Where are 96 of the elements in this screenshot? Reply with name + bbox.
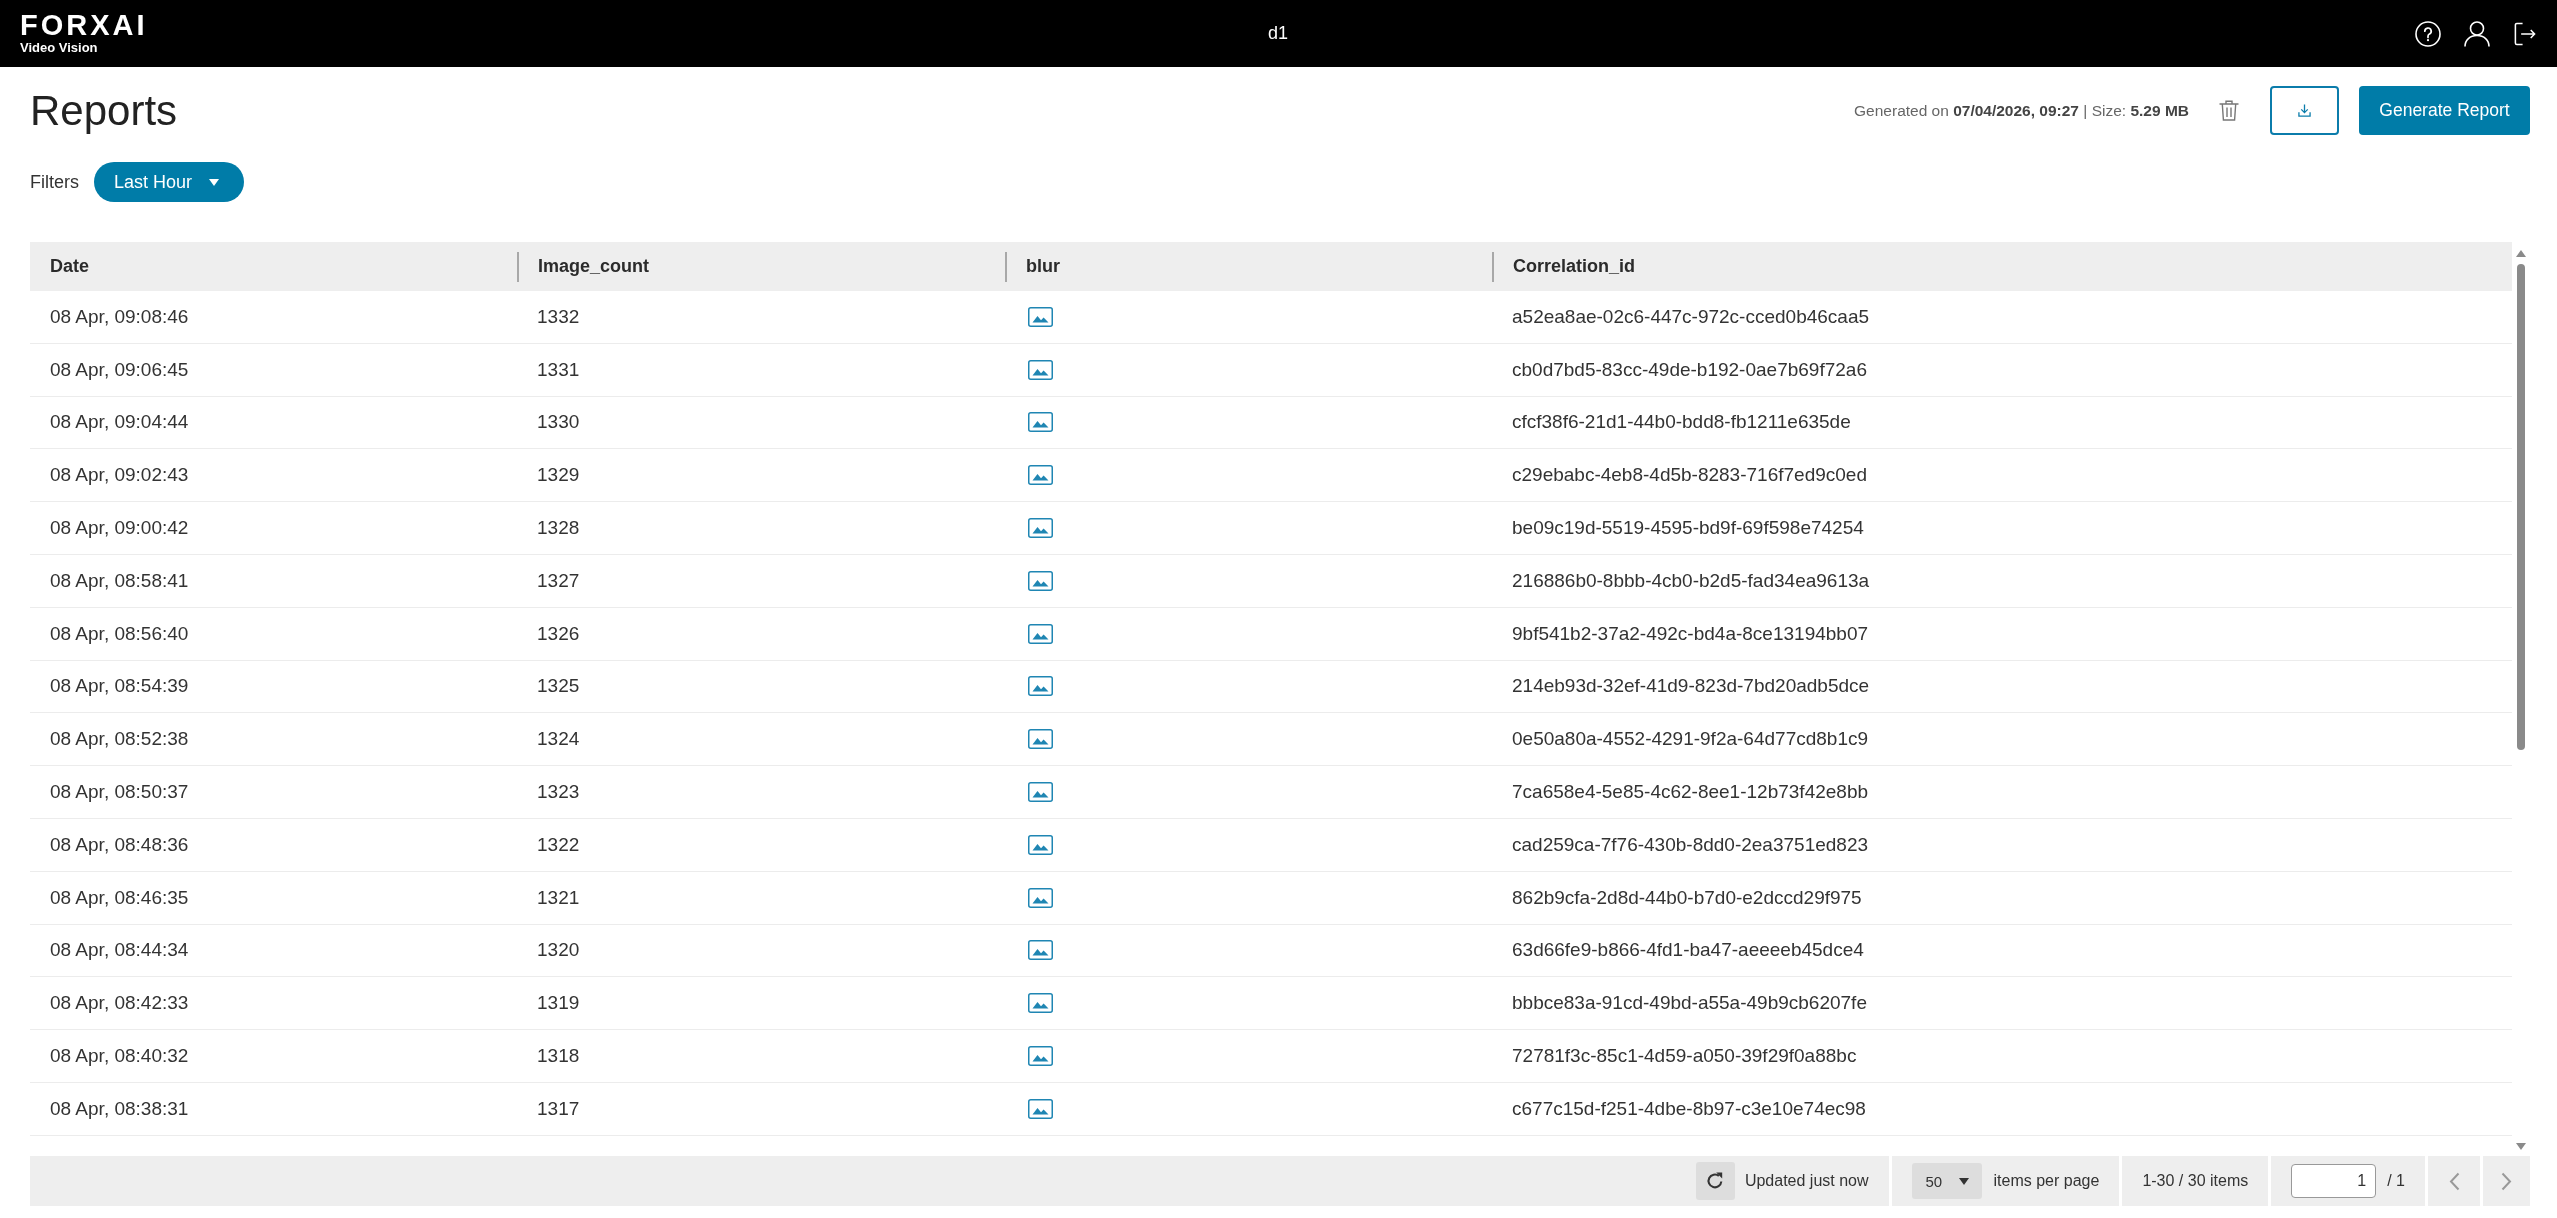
table-cell-text: 08 Apr, 08:42:33 xyxy=(49,991,190,1016)
logout-icon[interactable] xyxy=(2513,21,2536,46)
refresh-button[interactable] xyxy=(1695,1162,1735,1200)
download-button[interactable] xyxy=(2270,86,2339,135)
filters-label: Filters xyxy=(30,171,79,193)
table-cell-text: 862b9cfa-2d8d-44b0-b7d0-e2dccd29f975 xyxy=(1511,885,1863,910)
table-cell-text: 08 Apr, 09:00:42 xyxy=(49,516,190,541)
image-icon[interactable] xyxy=(1028,359,1053,380)
table-cell-text: 1330 xyxy=(536,410,581,435)
table-cell-text: cb0d7bd5-83cc-49de-b192-0ae7b69f72a6 xyxy=(1511,357,1868,382)
table-cell-text: cfcf38f6-21d1-44b0-bdd8-fb1211e635de xyxy=(1511,410,1852,435)
page-total: / 1 xyxy=(2387,1172,2405,1190)
user-icon[interactable] xyxy=(2464,20,2490,47)
image-icon[interactable] xyxy=(1028,412,1053,433)
image-icon[interactable] xyxy=(1028,465,1053,486)
logo-wordmark: FORXAI xyxy=(20,12,148,37)
table-cell-text: be09c19d-5519-4595-bd9f-69f598e74254 xyxy=(1511,516,1865,541)
table-cell-text: 7ca658e4-5e85-4c62-8ee1-12b73f42e8bb xyxy=(1511,780,1870,805)
table-cell-text: 72781f3c-85c1-4d59-a050-39f29f0a88bc xyxy=(1511,1044,1858,1069)
help-icon[interactable] xyxy=(2415,20,2441,47)
image-icon[interactable] xyxy=(1028,1046,1053,1067)
table-cell-text: 1326 xyxy=(536,621,581,646)
table-cell-text: 08 Apr, 08:48:36 xyxy=(49,832,190,857)
table-cell-text: 1322 xyxy=(536,832,581,857)
table-cell-text: bbbce83a-91cd-49bd-a55a-49b9cb6207fe xyxy=(1511,991,1868,1016)
table-cell-text: c677c15d-f251-4dbe-8b97-c3e10e74ec98 xyxy=(1511,1096,1867,1121)
caret-icon xyxy=(1958,1177,1969,1185)
table-cell-text: 08 Apr, 08:54:39 xyxy=(49,674,190,699)
caret-icon xyxy=(209,178,220,186)
table-cell-text: 9bf541b2-37a2-492c-bd4a-8ce13194bb07 xyxy=(1511,621,1870,646)
image-icon[interactable] xyxy=(1028,993,1053,1014)
download-icon xyxy=(2298,104,2311,117)
image-icon[interactable] xyxy=(1028,676,1053,697)
table-cell-text: 216886b0-8bbb-4cb0-b2d5-fad34ea9613a xyxy=(1511,568,1871,593)
column-header: Date xyxy=(50,256,89,277)
table-cell-text: 63d66fe9-b866-4fd1-ba47-aeeeeb45dce4 xyxy=(1511,938,1865,963)
table-cell-text: 08 Apr, 08:50:37 xyxy=(49,780,190,805)
page-number-field[interactable]: 1 xyxy=(2291,1164,2377,1198)
column-header: Image_count xyxy=(538,256,650,277)
table-cell-text: 08 Apr, 09:02:43 xyxy=(49,463,190,488)
table-cell-text: 08 Apr, 08:44:34 xyxy=(49,938,190,963)
page-title: Reports xyxy=(30,86,178,135)
image-icon[interactable] xyxy=(1028,729,1053,750)
table-cell-text: 1318 xyxy=(536,1044,581,1069)
image-icon[interactable] xyxy=(1028,940,1053,961)
image-icon[interactable] xyxy=(1028,887,1053,908)
page-size-select[interactable]: 50 xyxy=(1911,1163,1982,1199)
image-icon[interactable] xyxy=(1028,623,1053,644)
table-cell-text: 08 Apr, 09:08:46 xyxy=(49,304,190,329)
image-icon[interactable] xyxy=(1028,518,1053,539)
report-info: Generated on 07/04/2026, 09:27 | Size: 5.29 MB xyxy=(1854,101,2189,120)
scroll-up-icon[interactable] xyxy=(2516,250,2526,257)
generate-report-button[interactable]: Generate Report xyxy=(2359,86,2530,135)
image-icon[interactable] xyxy=(1028,570,1053,591)
table-cell-text: 1329 xyxy=(536,463,581,488)
table-cell-text: 08 Apr, 08:46:35 xyxy=(49,885,190,910)
table-cell-text: 1324 xyxy=(536,727,581,752)
table-cell-text: 1332 xyxy=(536,304,581,329)
column-header: blur xyxy=(1026,256,1060,277)
item-range: 1-30 / 30 items xyxy=(2142,1172,2249,1190)
table-cell-text: 214eb93d-32ef-41d9-823d-7bd20adb5dce xyxy=(1511,674,1871,699)
table-cell-text: 08 Apr, 08:58:41 xyxy=(49,568,190,593)
table-cell-text: 1328 xyxy=(536,516,581,541)
table-cell-text: 1327 xyxy=(536,568,581,593)
image-icon[interactable] xyxy=(1028,1098,1053,1119)
device-title: d1 xyxy=(1268,23,1288,44)
table-cell-text: 08 Apr, 09:06:45 xyxy=(49,357,190,382)
logo-subtitle: Video Vision xyxy=(20,40,98,55)
filter-dropdown[interactable]: Last Hour xyxy=(94,162,245,202)
table-cell-text: 1325 xyxy=(536,674,581,699)
table-cell-text: 1319 xyxy=(536,991,581,1016)
scrollbar-thumb[interactable] xyxy=(2517,264,2525,750)
image-icon[interactable] xyxy=(1028,306,1053,327)
column-header: Correlation_id xyxy=(1513,256,1636,277)
image-icon[interactable] xyxy=(1028,834,1053,855)
table-cell-text: 1331 xyxy=(536,357,581,382)
table-cell-text: 0e50a80a-4552-4291-9f2a-64d77cd8b1c9 xyxy=(1511,727,1870,752)
table-cell-text: 1321 xyxy=(536,885,581,910)
page-size-label: items per page xyxy=(1993,1172,2100,1190)
table-cell-text: 1317 xyxy=(536,1096,581,1121)
table-cell-text: a52ea8ae-02c6-447c-972c-cced0b46caa5 xyxy=(1511,304,1871,329)
table-cell-text: c29ebabc-4eb8-4d5b-8283-716f7ed9c0ed xyxy=(1511,463,1868,488)
image-icon[interactable] xyxy=(1028,782,1053,803)
trash-icon[interactable] xyxy=(2219,100,2239,121)
update-status: Updated just now xyxy=(1744,1172,1869,1190)
table-cell-text: 08 Apr, 08:38:31 xyxy=(49,1096,190,1121)
table-cell-text: 1323 xyxy=(536,780,581,805)
table-cell-text: 08 Apr, 08:52:38 xyxy=(49,727,190,752)
table-cell-text: 08 Apr, 09:04:44 xyxy=(49,410,190,435)
chevron-left-icon[interactable] xyxy=(2448,1171,2460,1191)
table-cell-text: 08 Apr, 08:56:40 xyxy=(49,621,190,646)
table-cell-text: cad259ca-7f76-430b-8dd0-2ea3751ed823 xyxy=(1511,832,1870,857)
table-cell-text: 08 Apr, 08:40:32 xyxy=(49,1044,190,1069)
scroll-down-icon[interactable] xyxy=(2516,1143,2526,1150)
table-cell-text: 1320 xyxy=(536,938,581,963)
chevron-right-icon[interactable] xyxy=(2501,1171,2512,1191)
